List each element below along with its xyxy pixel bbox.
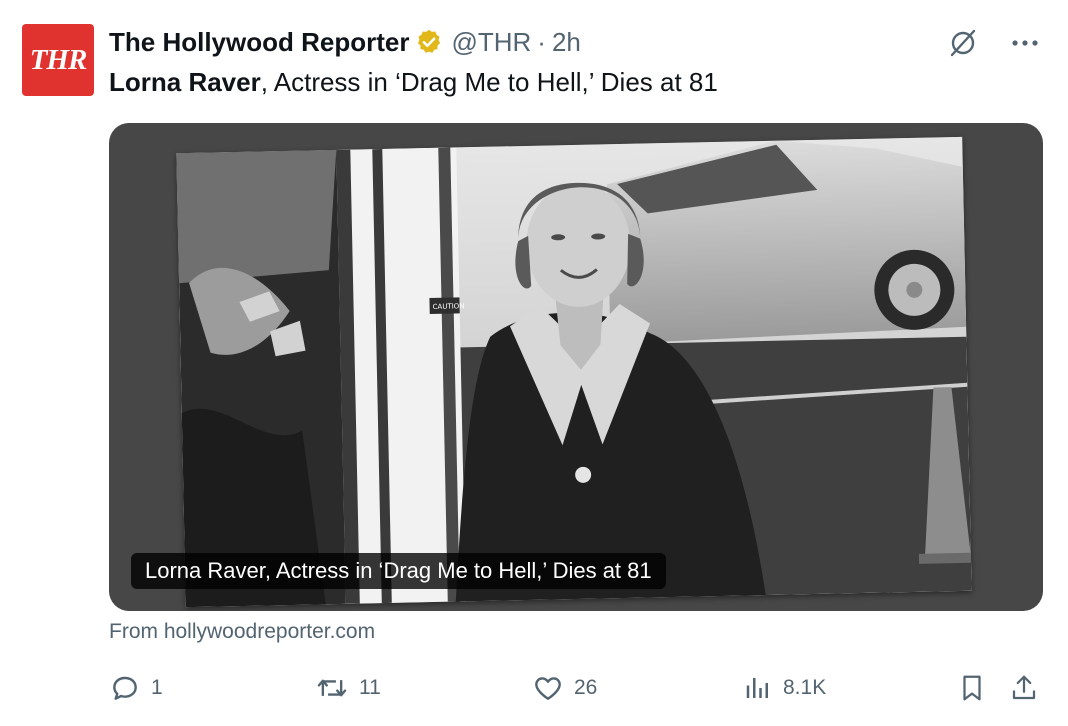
verified-badge-icon[interactable]	[415, 28, 443, 56]
reply-count: 1	[151, 676, 163, 699]
avatar-logo-text: THR	[29, 43, 88, 76]
views-count: 8.1K	[783, 676, 827, 699]
post-text: Lorna Raver, Actress in ‘Drag Me to Hell…	[109, 64, 718, 100]
card-source[interactable]: From hollywoodreporter.com	[109, 620, 375, 644]
share-icon	[1012, 675, 1036, 700]
views-icon	[746, 678, 768, 698]
repost-count: 11	[359, 676, 381, 699]
post-top-actions	[946, 26, 1042, 60]
repost-button[interactable]: 11	[315, 668, 381, 708]
action-bar: 1 11 26 8.1K	[109, 668, 1043, 708]
post-header: The Hollywood Reporter @THR · 2h	[109, 24, 581, 60]
share-button[interactable]	[1009, 668, 1039, 708]
handle[interactable]: @THR	[451, 27, 531, 58]
bookmark-icon	[963, 675, 981, 701]
repost-icon	[317, 679, 347, 697]
more-icon[interactable]	[1008, 26, 1042, 60]
like-icon	[535, 677, 561, 700]
card-caption: Lorna Raver, Actress in ‘Drag Me to Hell…	[131, 553, 666, 589]
reply-button[interactable]: 1	[109, 668, 163, 708]
post-text-bold: Lorna Raver	[109, 67, 261, 97]
grok-icon[interactable]	[946, 26, 980, 60]
like-count: 26	[574, 676, 598, 699]
separator-dot: ·	[537, 26, 546, 57]
bookmark-button[interactable]	[957, 668, 987, 708]
link-card[interactable]: CAUTION Lorna Raver, Actress in ‘Drag Me…	[109, 123, 1043, 611]
avatar[interactable]: THR	[22, 24, 94, 96]
display-name[interactable]: The Hollywood Reporter	[109, 27, 409, 58]
like-button[interactable]: 26	[532, 668, 597, 708]
timestamp[interactable]: 2h	[552, 27, 581, 58]
photo-sign-text: CAUTION	[433, 302, 465, 311]
reply-icon	[113, 676, 137, 700]
card-photo: CAUTION	[176, 136, 972, 608]
post-text-rest: , Actress in ‘Drag Me to Hell,’ Dies at …	[260, 67, 718, 97]
views-button[interactable]: 8.1K	[743, 668, 826, 708]
